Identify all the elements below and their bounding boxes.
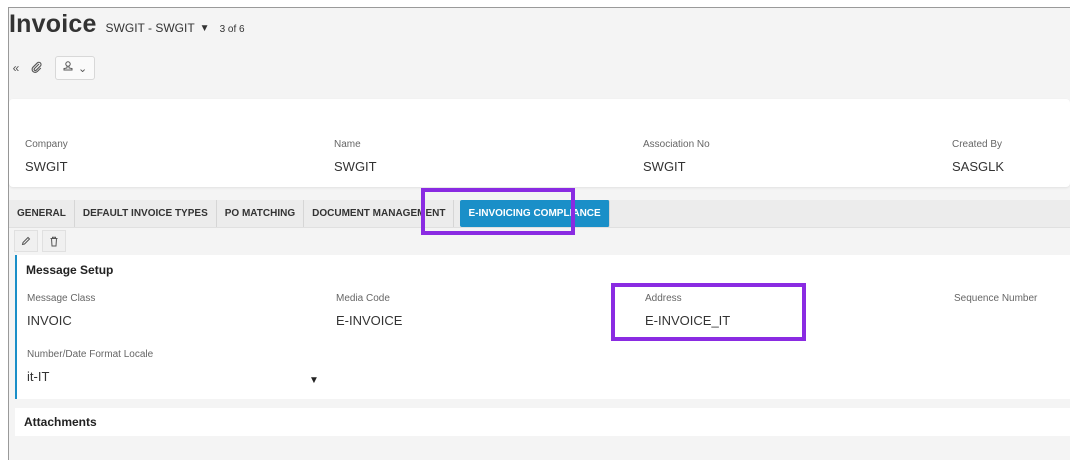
field-format-locale[interactable]: Number/Date Format Locale it-IT <box>27 349 153 384</box>
field-label: Message Class <box>27 293 96 304</box>
field-message-class: Message Class INVOIC <box>27 293 95 328</box>
field-value: SWGIT <box>334 159 377 174</box>
field-label: Media Code <box>336 293 390 304</box>
field-label: Sequence Number <box>954 293 1038 304</box>
record-selector[interactable]: SWGIT - SWGIT ▼ <box>106 21 210 35</box>
record-context[interactable]: SWGIT - SWGIT <box>106 21 195 35</box>
field-label: Number/Date Format Locale <box>27 349 154 360</box>
summary-field-created-by: Created By SASGLK <box>952 139 1004 174</box>
field-value: SASGLK <box>952 159 1005 174</box>
highlight-box-tab <box>421 188 575 235</box>
summary-field-company: Company SWGIT <box>25 139 68 174</box>
paperclip-icon[interactable] <box>29 61 43 76</box>
tab-general[interactable]: GENERAL <box>9 200 75 227</box>
page-toolbar: « ⌄ <box>9 56 96 80</box>
section-title: Message Setup <box>26 263 114 277</box>
chevron-down-icon: ⌄ <box>78 62 88 75</box>
caret-down-icon[interactable]: ▼ <box>309 375 319 386</box>
tab-default-invoice-types[interactable]: DEFAULT INVOICE TYPES <box>75 200 217 227</box>
edit-icon[interactable] <box>14 230 38 252</box>
section-toolbar <box>14 230 66 252</box>
caret-down-icon[interactable]: ▼ <box>200 23 210 34</box>
page-title: Invoice <box>9 10 97 38</box>
stamp-menu-button[interactable]: ⌄ <box>55 56 96 80</box>
field-value: SWGIT <box>25 159 68 174</box>
field-label: Name <box>334 139 361 150</box>
stamp-icon <box>63 61 73 75</box>
double-chevron-left-icon[interactable]: « <box>9 61 23 75</box>
trash-icon[interactable] <box>42 230 66 252</box>
field-media-code: Media Code E-INVOICE <box>336 293 402 328</box>
attachments-section[interactable]: Attachments <box>15 408 1070 436</box>
section-title[interactable]: Attachments <box>24 415 97 429</box>
field-label: Association No <box>643 139 710 150</box>
summary-field-association-no: Association No SWGIT <box>643 139 710 174</box>
field-label: Company <box>25 139 68 150</box>
field-sequence-number: Sequence Number <box>954 293 1037 313</box>
locale-select-value[interactable]: it-IT <box>27 369 153 384</box>
summary-card: Company SWGIT Name SWGIT Association No … <box>9 99 1070 187</box>
summary-field-name: Name SWGIT <box>334 139 377 174</box>
field-value: INVOIC <box>27 313 72 328</box>
record-counter: 3 of 6 <box>219 24 245 35</box>
field-label: Created By <box>952 139 1003 150</box>
field-value: SWGIT <box>643 159 686 174</box>
tab-po-matching[interactable]: PO MATCHING <box>217 200 305 227</box>
field-value: E-INVOICE <box>336 313 403 328</box>
message-setup-panel: Message Setup Message Class INVOIC Media… <box>15 255 1070 399</box>
highlight-box-address <box>611 283 806 341</box>
page-header: Invoice SWGIT - SWGIT ▼ 3 of 6 <box>9 10 245 39</box>
